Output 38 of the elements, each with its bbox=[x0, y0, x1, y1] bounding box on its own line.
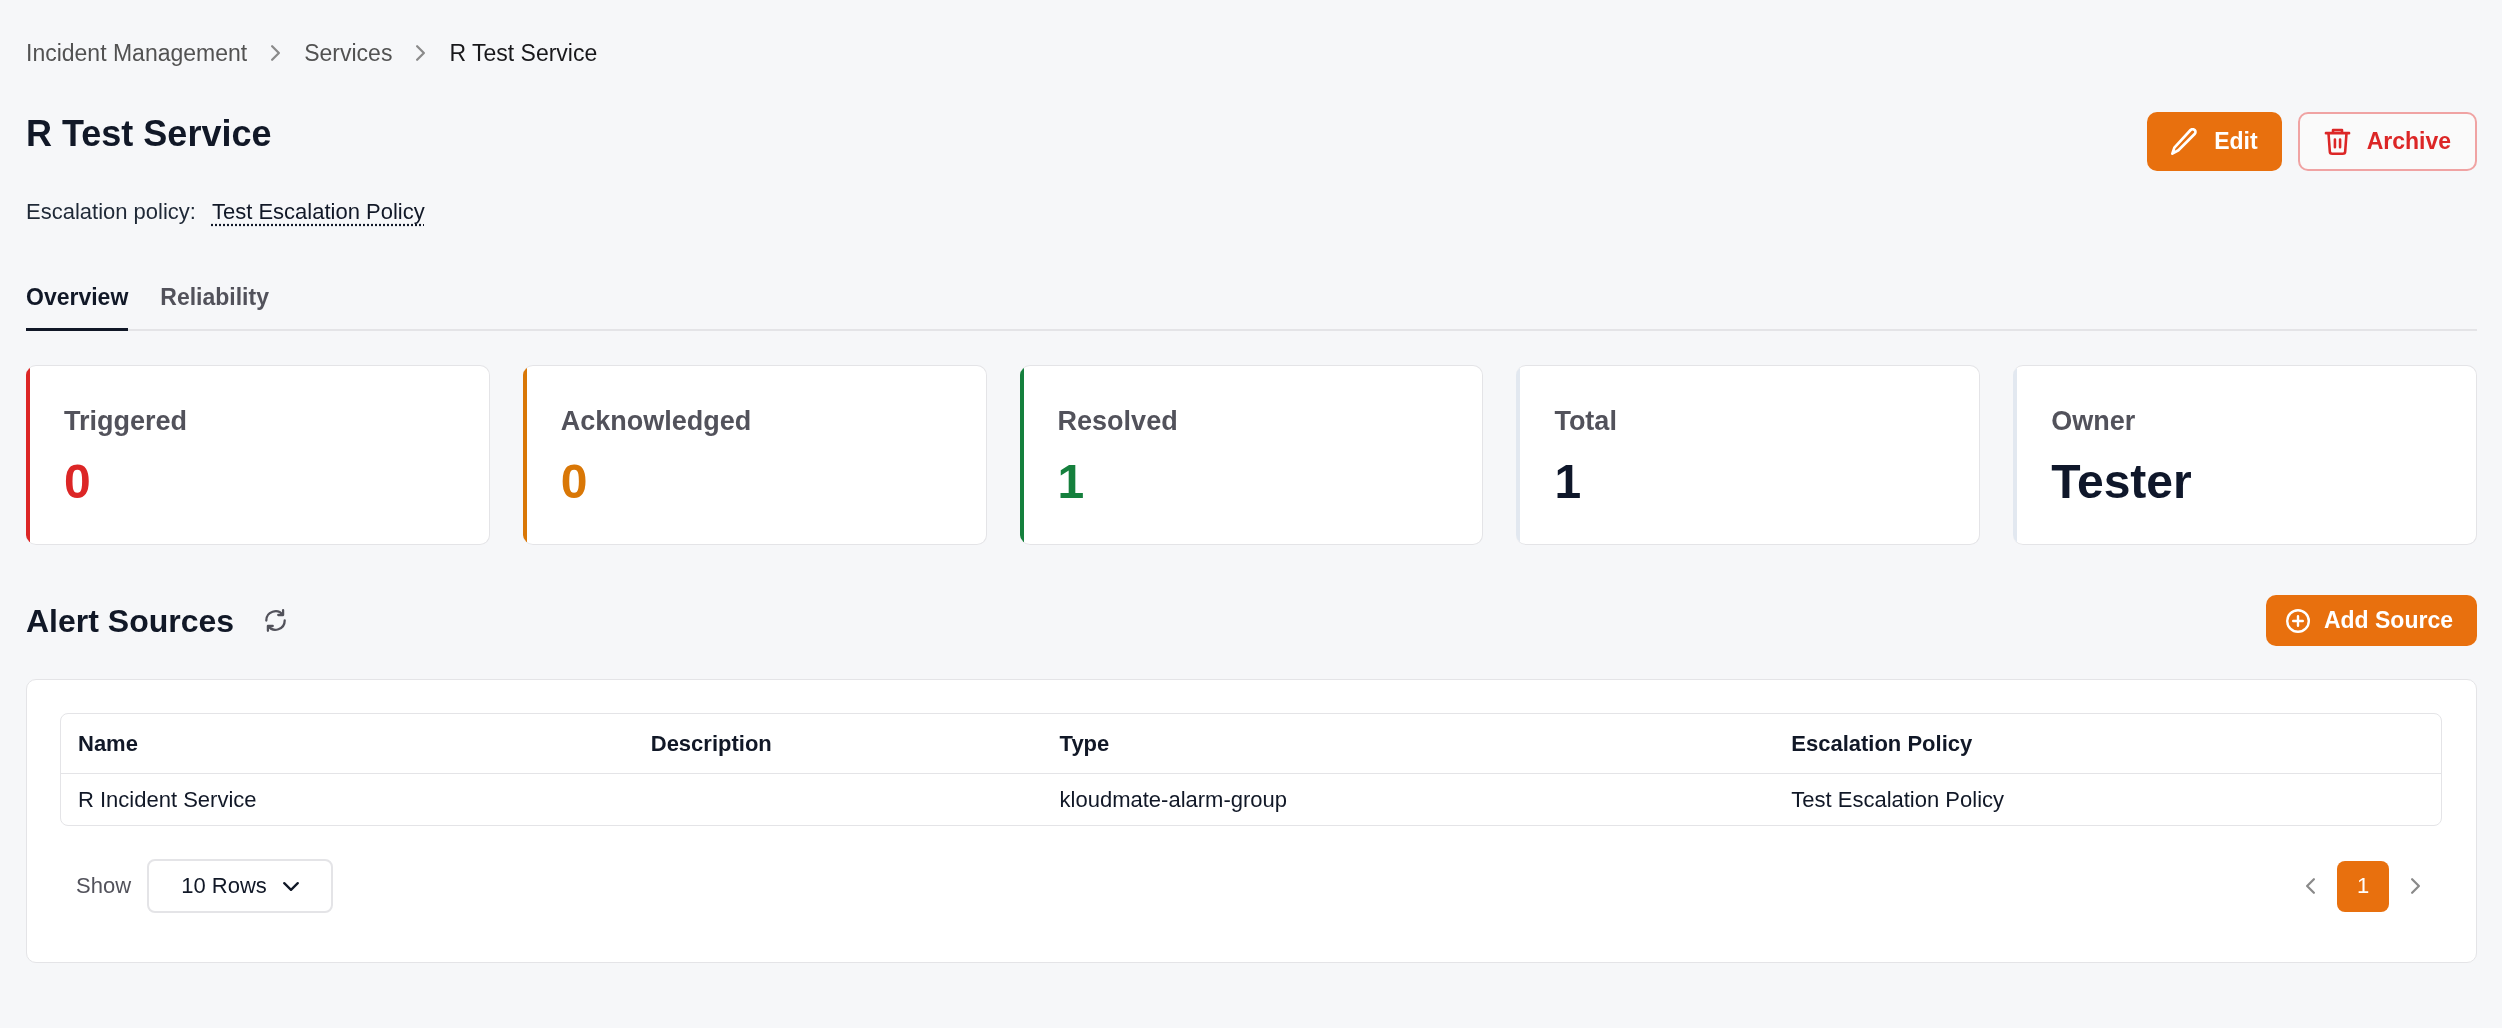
stat-label: Triggered bbox=[64, 405, 188, 438]
chevron-left-icon[interactable] bbox=[2306, 878, 2315, 894]
page-title: R Test Service bbox=[26, 112, 273, 156]
show-label: Show bbox=[76, 873, 132, 899]
chevron-down-icon bbox=[282, 881, 299, 891]
stat-value: 1 bbox=[1554, 454, 1583, 510]
tab[interactable]: Reliability bbox=[160, 282, 269, 331]
stat-label: Acknowledged bbox=[560, 405, 752, 438]
section-title: Alert Sources bbox=[26, 601, 235, 641]
column-header: Name bbox=[77, 729, 139, 758]
pencil-icon bbox=[2171, 128, 2199, 155]
trash-icon bbox=[2323, 128, 2351, 155]
stat-label: Owner bbox=[2051, 405, 2137, 438]
column-header: Escalation Policy bbox=[1790, 729, 1974, 758]
stat-value: 0 bbox=[64, 454, 92, 510]
breadcrumb-current: R Test Service bbox=[449, 39, 598, 68]
stat-value: 0 bbox=[560, 454, 589, 510]
chevron-right-icon[interactable] bbox=[2411, 878, 2420, 894]
stat-label: Resolved bbox=[1057, 405, 1178, 438]
column-header: Description bbox=[649, 729, 773, 758]
breadcrumb-link[interactable]: Incident Management bbox=[26, 38, 248, 68]
escalation-policy-link[interactable]: Test Escalation Policy bbox=[212, 197, 425, 227]
archive-button[interactable]: Archive bbox=[2297, 112, 2477, 171]
chevron-right-icon bbox=[271, 45, 281, 61]
plus-circle-icon bbox=[2285, 608, 2310, 633]
table-cell-text: R Incident Service bbox=[77, 785, 258, 814]
chevron-right-icon bbox=[416, 45, 426, 61]
tab[interactable]: Overview bbox=[26, 282, 129, 331]
table-cell-text: Test Escalation Policy bbox=[1790, 785, 2006, 814]
table-cell-text: kloudmate-alarm-group bbox=[1058, 785, 1288, 814]
escalation-policy-label: Escalation policy: bbox=[26, 198, 196, 226]
refresh-icon[interactable] bbox=[264, 609, 288, 632]
column-header: Type bbox=[1058, 729, 1111, 758]
stat-value: Tester bbox=[2051, 454, 2192, 510]
stat-label: Total bbox=[1554, 405, 1617, 438]
rows-per-page-select[interactable]: 10 Rows bbox=[147, 859, 334, 913]
breadcrumb-link[interactable]: Services bbox=[304, 38, 393, 68]
stat-value: 1 bbox=[1057, 454, 1086, 510]
